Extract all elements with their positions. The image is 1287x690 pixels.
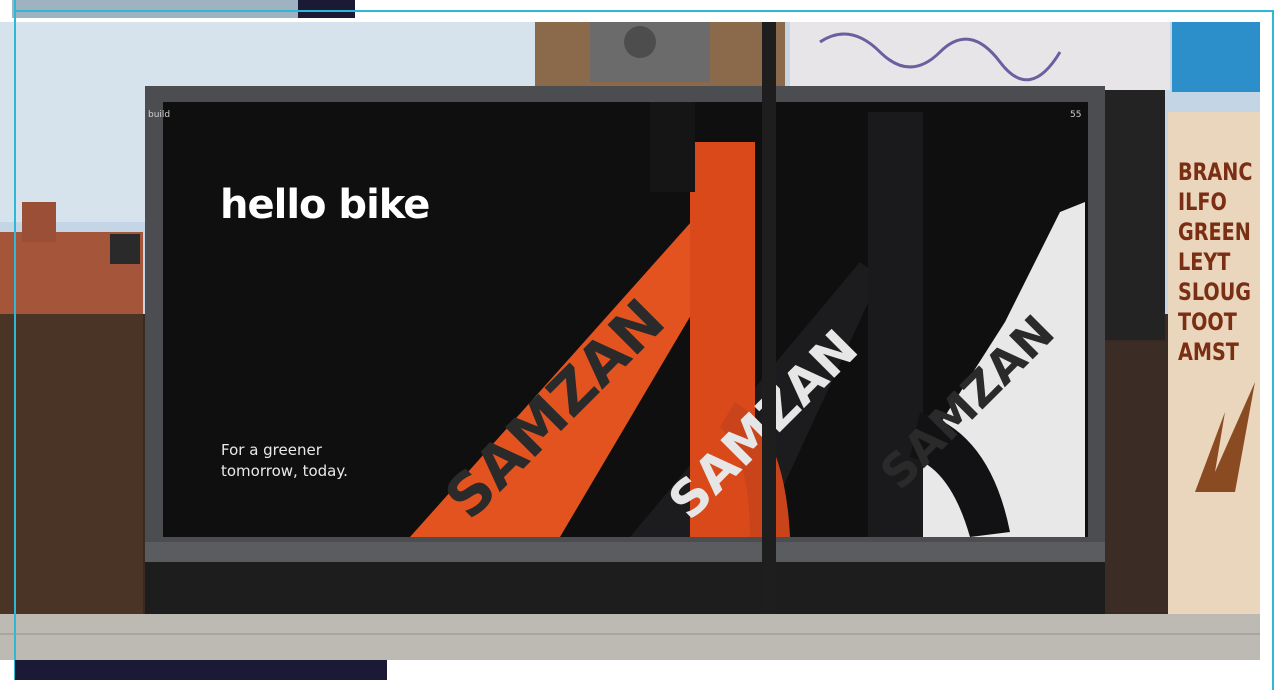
top-dark-tab (298, 0, 355, 18)
blue-sign (1172, 22, 1260, 92)
brick-wall-left (0, 314, 143, 614)
accent-outline-top (14, 10, 1272, 12)
poster-line: GREEN (1178, 218, 1251, 246)
pavement (0, 614, 1260, 660)
bottom-dark-bar (15, 660, 387, 680)
billboard-tagline: For a greener tomorrow, today. (221, 440, 421, 482)
poster-line: BRANC (1178, 158, 1253, 186)
accent-outline-right (1272, 10, 1274, 690)
brick-wall-right (1100, 342, 1170, 612)
poster-line: LEYT (1178, 248, 1231, 276)
accent-outline-left (14, 0, 16, 680)
chimney (22, 202, 56, 242)
street-pole (762, 22, 776, 660)
board-code-label: 55 (1070, 110, 1082, 120)
wall-poster-text: BRANC ILFO GREEN LEYT SLOUG TOOT AMST (1178, 157, 1252, 367)
billboard-photo: SAMZAN SAMZAN SAMZAN build 55 hello bike… (0, 22, 1260, 660)
board-operator-label: build (148, 110, 171, 120)
roof-detail (110, 234, 140, 264)
poster-line: TOOT (1178, 308, 1237, 336)
poster-line: AMST (1178, 338, 1239, 366)
billboard-ledge (145, 542, 1105, 562)
billboard-base (145, 562, 1105, 617)
poster-line: ILFO (1178, 188, 1227, 216)
orange-bike-stem (650, 102, 695, 192)
hellobike-logo: hello bike (220, 182, 430, 228)
side-board (1105, 90, 1165, 340)
poster-line: SLOUG (1178, 278, 1252, 306)
tagline-line-1: For a greener (221, 441, 322, 459)
tagline-line-2: tomorrow, today. (221, 462, 348, 480)
fan (624, 26, 656, 58)
graffiti-wall (790, 22, 1170, 90)
top-grey-strip (12, 0, 298, 18)
